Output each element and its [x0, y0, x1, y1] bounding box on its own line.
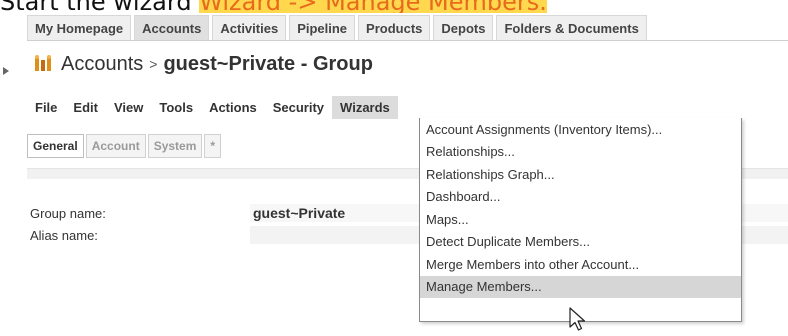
group-name-label: Group name:	[30, 205, 106, 221]
record-subtabs: General Account System *	[27, 134, 222, 158]
subtab-more[interactable]: *	[204, 134, 222, 158]
tab-activities[interactable]: Activities	[212, 15, 287, 40]
tab-pipeline[interactable]: Pipeline	[289, 15, 356, 40]
tab-products[interactable]: Products	[358, 15, 431, 40]
wizard-dashboard[interactable]: Dashboard...	[420, 186, 741, 209]
caption-prefix: Start the wizard	[0, 0, 199, 13]
instruction-caption: Start the wizard Wizard -> Manage Member…	[0, 0, 788, 13]
breadcrumb-accounts[interactable]: Accounts	[61, 53, 143, 76]
wizard-merge-members[interactable]: Merge Members into other Account...	[420, 253, 741, 276]
wizard-account-assignments[interactable]: Account Assignments (Inventory Items)...	[420, 118, 741, 141]
menu-tools[interactable]: Tools	[151, 96, 201, 119]
collapse-sidebar-handle[interactable]	[0, 56, 12, 86]
caption-highlight: Wizard -> Manage Members.	[199, 0, 547, 13]
tab-depots[interactable]: Depots	[433, 15, 494, 40]
wizard-maps[interactable]: Maps...	[420, 208, 741, 231]
menu-view[interactable]: View	[106, 96, 151, 119]
accounts-icon	[33, 53, 55, 75]
tab-accounts[interactable]: Accounts	[134, 15, 210, 40]
alias-name-label: Alias name:	[30, 227, 98, 243]
menu-wizards[interactable]: Wizards	[332, 96, 398, 119]
menu-edit[interactable]: Edit	[65, 96, 106, 119]
subtab-general[interactable]: General	[27, 134, 84, 158]
wizard-relationships-graph[interactable]: Relationships Graph...	[420, 163, 741, 186]
page-title: Accounts > guest~Private - Group	[33, 50, 788, 78]
wizard-relationships[interactable]: Relationships...	[420, 141, 741, 164]
menu-file[interactable]: File	[27, 96, 65, 119]
mouse-cursor-icon	[569, 307, 586, 331]
tab-bar-divider	[27, 40, 788, 41]
record-title: guest~Private - Group	[163, 52, 373, 75]
subtab-account[interactable]: Account	[85, 134, 146, 158]
subtab-system[interactable]: System	[147, 134, 203, 158]
tab-folders-documents[interactable]: Folders & Documents	[496, 15, 647, 40]
menu-security[interactable]: Security	[265, 96, 332, 119]
top-navigation-tabs: My Homepage Accounts Activities Pipeline…	[27, 15, 788, 40]
menu-bar: File Edit View Tools Actions Security Wi…	[27, 96, 788, 119]
menu-actions[interactable]: Actions	[201, 96, 265, 119]
breadcrumb-separator: >	[149, 56, 158, 72]
wizard-detect-duplicate-members[interactable]: Detect Duplicate Members...	[420, 231, 741, 254]
wizards-dropdown-menu: Account Assignments (Inventory Items)...…	[419, 118, 742, 322]
wizard-manage-members[interactable]: Manage Members...	[420, 275, 741, 298]
tab-my-homepage[interactable]: My Homepage	[27, 15, 132, 40]
chevron-right-icon	[3, 67, 9, 75]
